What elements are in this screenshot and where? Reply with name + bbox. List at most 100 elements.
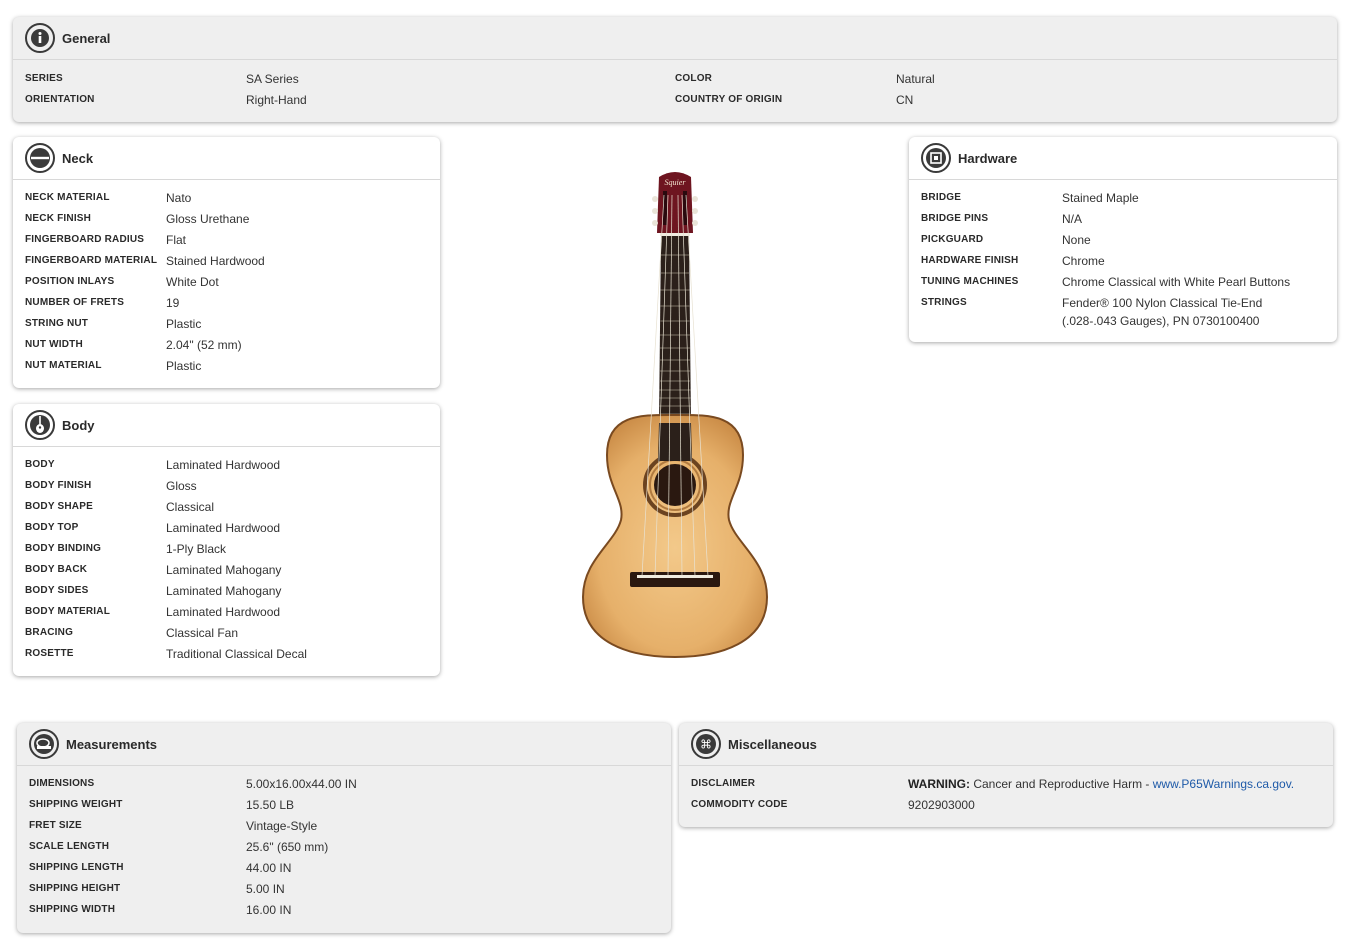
spec-row: COMMODITY CODE 9202903000 (691, 795, 1321, 816)
spec-row: BRACING Classical Fan (25, 623, 428, 644)
measurements-title: Measurements (66, 736, 158, 752)
miscellaneous-card-header: ⌘ Miscellaneous (679, 723, 1333, 766)
spec-label: NUT MATERIAL (25, 360, 102, 371)
headstock-logo: Squier (665, 178, 687, 187)
spec-label: BRACING (25, 627, 74, 638)
spec-row: SHIPPING LENGTH 44.00 IN (29, 858, 659, 879)
spec-value: Gloss Urethane (166, 212, 250, 226)
tape-measure-icon (29, 729, 59, 759)
hardware-card: Hardware BRIDGE Stained Maple BRIDGE PINS… (909, 137, 1337, 342)
spec-row: STRING NUT Plastic (25, 314, 428, 335)
spec-row: NECK MATERIAL Nato (25, 188, 428, 209)
spec-label: ORIENTATION (25, 94, 95, 105)
spec-value: Laminated Hardwood (166, 605, 281, 619)
miscellaneous-card: ⌘ Miscellaneous DISCLAIMER WARNING: Canc… (679, 723, 1333, 827)
spec-row: SERIES SA Series (25, 69, 675, 90)
general-title: General (62, 30, 111, 46)
spec-row: BRIDGE PINS N/A (921, 209, 1325, 230)
spec-label: BODY SIDES (25, 585, 89, 596)
spec-label: COUNTRY OF ORIGIN (675, 94, 783, 105)
spec-row: ORIENTATION Right-Hand (25, 90, 675, 111)
general-spec-table: SERIES SA Series ORIENTATION Right-Hand … (13, 60, 1337, 111)
spec-label: BODY BACK (25, 564, 88, 575)
spec-value: Stained Maple (1062, 191, 1139, 205)
hardware-spec-table: BRIDGE Stained Maple BRIDGE PINS N/A PICKG… (909, 180, 1337, 330)
spec-row: POSITION INLAYS White Dot (25, 272, 428, 293)
spec-value: 16.00 IN (246, 903, 292, 917)
spec-value: 9202903000 (908, 798, 975, 812)
spec-row: FRET SIZE Vintage-Style (29, 816, 659, 837)
spec-label: HARDWARE FINISH (921, 255, 1019, 266)
spec-label: PICKGUARD (921, 234, 984, 245)
neck-icon (25, 143, 55, 173)
spec-row: COLOR Natural (675, 69, 1325, 90)
general-card-header: General (13, 17, 1337, 60)
spec-row: SHIPPING HEIGHT 5.00 IN (29, 879, 659, 900)
body-spec-table: BODY Laminated Hardwood BODY FINISH Gloss … (13, 447, 440, 665)
spec-value: 19 (166, 296, 180, 310)
general-card: General SERIES SA Series ORIENTATION Rig… (13, 17, 1337, 122)
spec-row: BODY BINDING 1-Ply Black (25, 539, 428, 560)
spec-row: HARDWARE FINISH Chrome (921, 251, 1325, 272)
spec-value: Traditional Classical Decal (166, 647, 307, 661)
spec-value: Laminated Hardwood (166, 458, 281, 472)
spec-value: Plastic (166, 317, 202, 331)
spec-row: BODY TOP Laminated Hardwood (25, 518, 428, 539)
neck-title: Neck (62, 150, 94, 166)
spec-row: PICKGUARD None (921, 230, 1325, 251)
spec-value: N/A (1062, 212, 1083, 226)
body-title: Body (62, 417, 95, 433)
spec-value: CN (896, 93, 914, 107)
spec-value: Chrome Classical with White Pearl Button… (1062, 275, 1291, 289)
spec-row: NECK FINISH Gloss Urethane (25, 209, 428, 230)
neck-spec-table: NECK MATERIAL Nato NECK FINISH Gloss Ureth… (13, 180, 440, 377)
miscellaneous-spec-table: DISCLAIMER WARNING: Cancer and Reproduct… (679, 766, 1333, 816)
spec-value: Natural (896, 72, 935, 86)
spec-value: Gloss (166, 479, 197, 493)
miscellaneous-title: Miscellaneous (728, 736, 817, 752)
spec-label: BRIDGE PINS (921, 213, 989, 224)
spec-label: BODY FINISH (25, 480, 92, 491)
spec-value: Right-Hand (246, 93, 307, 107)
warning-label: WARNING: (908, 777, 970, 791)
hardware-card-header: Hardware (909, 137, 1337, 180)
guitar-product-image: Squier (581, 172, 769, 659)
spec-row: DIMENSIONS 5.00x16.00x44.00 IN (29, 774, 659, 795)
command-icon: ⌘ (691, 729, 721, 759)
spec-label: FINGERBOARD RADIUS (25, 234, 145, 245)
spec-value: 5.00x16.00x44.00 IN (246, 777, 357, 791)
spec-label: STRINGS (921, 297, 967, 308)
spec-row: NUMBER OF FRETS 19 (25, 293, 428, 314)
neck-card-header: Neck (13, 137, 440, 180)
spec-label: NECK FINISH (25, 213, 92, 224)
spec-value: Fender® 100 Nylon Classical Tie-End (.02… (1062, 296, 1263, 328)
spec-label: DISCLAIMER (691, 778, 756, 789)
spec-value: White Dot (166, 275, 219, 289)
spec-label: BODY TOP (25, 522, 79, 533)
measurements-card: Measurements DIMENSIONS 5.00x16.00x44.00 … (17, 723, 671, 933)
spec-label: SHIPPING LENGTH (29, 862, 124, 873)
spec-row: BRIDGE Stained Maple (921, 188, 1325, 209)
svg-text:⌘: ⌘ (700, 738, 712, 752)
info-icon (25, 23, 55, 53)
spec-value: 2.04" (52 mm) (166, 338, 242, 352)
spec-row: SHIPPING WEIGHT 15.50 LB (29, 795, 659, 816)
spec-label: STRING NUT (25, 318, 89, 329)
spec-label: BRIDGE (921, 192, 962, 203)
spec-row: COUNTRY OF ORIGIN CN (675, 90, 1325, 111)
spec-value: Laminated Hardwood (166, 521, 281, 535)
spec-label: SHIPPING WEIGHT (29, 799, 123, 810)
body-card: Body BODY Laminated Hardwood BODY FINISH G… (13, 404, 440, 676)
spec-row: BODY MATERIAL Laminated Hardwood (25, 602, 428, 623)
spec-value: Laminated Mahogany (166, 584, 282, 598)
spec-label: NECK MATERIAL (25, 192, 110, 203)
spec-label: ROSETTE (25, 648, 74, 659)
general-col-left: SERIES SA Series ORIENTATION Right-Hand (25, 69, 675, 111)
spec-value: Chrome (1062, 254, 1105, 268)
p65-warnings-link[interactable]: www.P65Warnings.ca.gov. (1153, 777, 1294, 791)
spec-value: Classical Fan (166, 626, 239, 640)
spec-label: FRET SIZE (29, 820, 82, 831)
spec-row: FINGERBOARD RADIUS Flat (25, 230, 428, 251)
general-col-right: COLOR Natural COUNTRY OF ORIGIN CN (675, 69, 1325, 111)
spec-label: DIMENSIONS (29, 778, 95, 789)
